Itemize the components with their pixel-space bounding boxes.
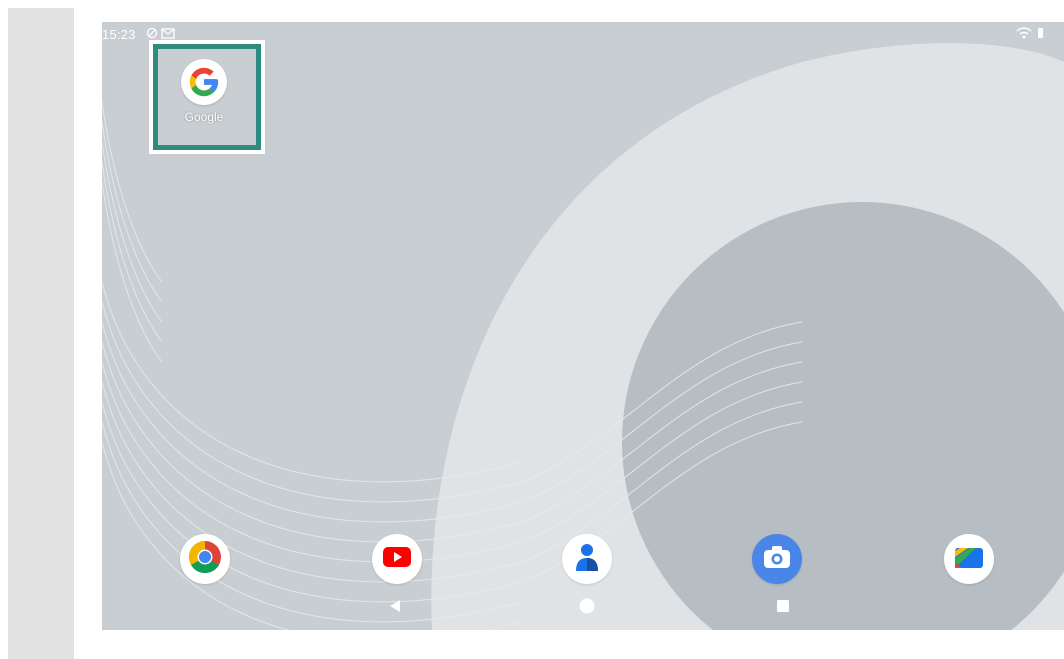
recents-button[interactable] <box>776 598 790 619</box>
youtube-dock-item[interactable] <box>372 534 422 584</box>
google-app-highlight <box>149 40 265 154</box>
home-button[interactable] <box>579 598 595 619</box>
camera-icon <box>762 544 792 575</box>
contacts-dock-item[interactable] <box>562 534 612 584</box>
camera-dock-item[interactable] <box>752 534 802 584</box>
back-button[interactable] <box>388 598 402 619</box>
battery-icon <box>1037 27 1044 42</box>
files-icon <box>954 544 984 575</box>
contacts-icon <box>573 541 601 578</box>
status-time: 15:23 <box>102 27 136 42</box>
left-side-panel <box>8 8 74 659</box>
wifi-icon <box>1016 27 1032 42</box>
highlight-inner-border <box>153 44 261 150</box>
chrome-dock-item[interactable] <box>180 534 230 584</box>
youtube-icon <box>383 546 411 572</box>
chrome-icon <box>187 539 223 580</box>
files-dock-item[interactable] <box>944 534 994 584</box>
